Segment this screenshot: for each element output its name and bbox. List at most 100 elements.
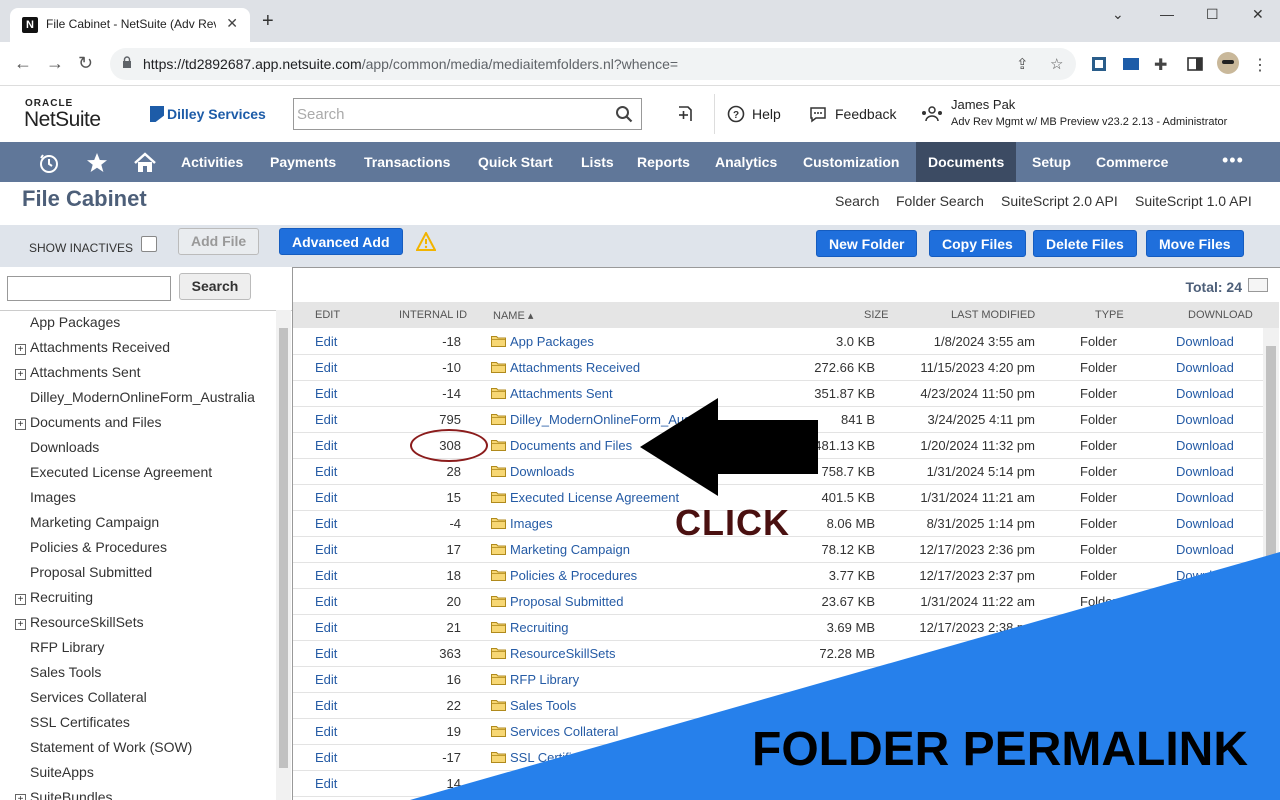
tree-item[interactable]: SuiteApps — [30, 764, 94, 780]
menu-transactions[interactable]: Transactions — [352, 142, 462, 182]
folder-name[interactable]: Policies & Procedures — [510, 568, 637, 583]
edit-link[interactable]: Edit — [315, 542, 337, 557]
tree-item[interactable]: SuiteBundles — [30, 789, 113, 800]
download-link[interactable]: Download — [1176, 412, 1234, 427]
tree-item[interactable]: Statement of Work (SOW) — [30, 739, 192, 755]
back-icon[interactable]: ← — [14, 54, 32, 72]
edit-link[interactable]: Edit — [315, 490, 337, 505]
reload-icon[interactable]: ↻ — [78, 54, 93, 72]
menu-lists[interactable]: Lists — [569, 142, 626, 182]
tree-item[interactable]: SSL Certificates — [30, 714, 130, 730]
extension-icon[interactable] — [1090, 55, 1108, 73]
edit-link[interactable]: Edit — [315, 412, 337, 427]
folder-name[interactable]: ResourceSkillSets — [510, 646, 616, 661]
menu-activities[interactable]: Activities — [169, 142, 255, 182]
expand-plus-icon[interactable]: + — [15, 369, 26, 380]
folder-name[interactable]: Services Collateral — [510, 724, 618, 739]
folder-name[interactable]: Proposal Submitted — [510, 594, 623, 609]
menu-customization[interactable]: Customization — [791, 142, 911, 182]
folder-link[interactable]: Marketing Campaign — [491, 542, 630, 557]
folder-link[interactable]: Attachments Received — [491, 360, 640, 375]
folder-name[interactable]: RFP Library — [510, 672, 579, 687]
folder-link[interactable]: Downloads — [491, 464, 574, 479]
folder-link[interactable]: App Packages — [491, 334, 594, 349]
folder-name[interactable]: Images — [510, 516, 553, 531]
col-internal-id[interactable]: INTERNAL ID — [399, 309, 467, 321]
tree-item[interactable]: Services Collateral — [30, 689, 147, 705]
edit-link[interactable]: Edit — [315, 438, 337, 453]
edit-link[interactable]: Edit — [315, 594, 337, 609]
netsuite-extension-icon[interactable] — [1122, 55, 1140, 73]
expand-plus-icon[interactable]: + — [15, 344, 26, 355]
folder-name[interactable]: Downloads — [510, 464, 574, 479]
folder-name[interactable]: Marketing Campaign — [510, 542, 630, 557]
forward-icon[interactable]: → — [46, 54, 64, 72]
close-icon[interactable]: ✕ — [226, 15, 238, 32]
edit-link[interactable]: Edit — [315, 334, 337, 349]
edit-link[interactable]: Edit — [315, 750, 337, 765]
suitescript-1-api-link[interactable]: SuiteScript 1.0 API — [1135, 193, 1252, 209]
tree-item[interactable]: Images — [30, 489, 76, 505]
edit-link[interactable]: Edit — [315, 386, 337, 401]
help-link[interactable]: Help — [752, 106, 781, 122]
col-name[interactable]: NAME ▴ — [493, 309, 533, 322]
edit-link[interactable]: Edit — [315, 672, 337, 687]
chevron-down-icon[interactable]: ⌄ — [1112, 6, 1124, 23]
tree-item[interactable]: Policies & Procedures — [30, 539, 167, 555]
edit-link[interactable]: Edit — [315, 516, 337, 531]
delete-files-button[interactable]: Delete Files — [1033, 230, 1137, 257]
download-link[interactable]: Download — [1176, 360, 1234, 375]
tree-item[interactable]: Downloads — [30, 439, 99, 455]
new-folder-button[interactable]: New Folder — [816, 230, 918, 257]
menu-reports[interactable]: Reports — [625, 142, 702, 182]
edit-link[interactable]: Edit — [315, 776, 337, 791]
feedback-icon[interactable] — [809, 105, 827, 123]
tree-item[interactable]: Attachments Sent — [30, 364, 141, 380]
folder-name[interactable]: Sales Tools — [510, 698, 576, 713]
edit-link[interactable]: Edit — [315, 646, 337, 661]
folder-link[interactable]: Sales Tools — [491, 698, 576, 713]
user-role[interactable]: Adv Rev Mgmt w/ MB Preview v23.2 2.13 - … — [951, 116, 1227, 128]
tree-search-button[interactable]: Search — [179, 273, 251, 300]
star-icon[interactable] — [86, 152, 108, 174]
kebab-menu-icon[interactable]: ⋮ — [1252, 55, 1270, 74]
tree-item[interactable]: Marketing Campaign — [30, 514, 159, 530]
url-field[interactable]: https://td2892687.app.netsuite.com/app/c… — [110, 48, 1076, 80]
move-files-button[interactable]: Move Files — [1146, 230, 1244, 257]
download-link[interactable]: Download — [1176, 386, 1234, 401]
puzzle-icon[interactable]: ✚ — [1154, 55, 1172, 74]
export-icon[interactable] — [1248, 278, 1268, 292]
edit-link[interactable]: Edit — [315, 724, 337, 739]
feedback-link[interactable]: Feedback — [835, 106, 896, 122]
show-inactives-checkbox[interactable] — [141, 236, 157, 252]
tree-scrollbar-thumb[interactable] — [279, 328, 288, 768]
expand-plus-icon[interactable]: + — [15, 619, 26, 630]
tree-item[interactable]: Sales Tools — [30, 664, 101, 680]
tree-item[interactable]: Recruiting — [30, 589, 93, 605]
download-link[interactable]: Download — [1176, 334, 1234, 349]
menu-commerce[interactable]: Commerce — [1084, 142, 1180, 182]
new-tab-icon[interactable]: + — [262, 11, 274, 31]
star-icon[interactable]: ☆ — [1050, 55, 1063, 73]
grid-scrollbar-thumb[interactable] — [1266, 346, 1276, 726]
recent-icon[interactable] — [38, 152, 60, 174]
search-icon[interactable] — [615, 105, 633, 123]
folder-link[interactable]: Proposal Submitted — [491, 594, 623, 609]
global-search-input[interactable] — [297, 100, 597, 128]
grid-scrollbar[interactable] — [1263, 328, 1279, 800]
tree-item[interactable]: ResourceSkillSets — [30, 614, 144, 630]
search-link[interactable]: Search — [835, 193, 879, 209]
edit-link[interactable]: Edit — [315, 698, 337, 713]
minimize-icon[interactable]: — — [1160, 6, 1174, 22]
folder-name[interactable]: Documents and Files — [510, 438, 632, 453]
download-link[interactable]: Download — [1176, 620, 1234, 635]
download-link[interactable]: Download — [1176, 542, 1234, 557]
menu-analytics[interactable]: Analytics — [703, 142, 789, 182]
recent-records-icon[interactable] — [676, 105, 694, 123]
expand-plus-icon[interactable]: + — [15, 419, 26, 430]
folder-link[interactable]: ResourceSkillSets — [491, 646, 616, 661]
add-file-button[interactable]: Add File — [178, 228, 260, 255]
col-size[interactable]: SIZE — [864, 309, 888, 321]
col-download[interactable]: DOWNLOAD — [1188, 309, 1253, 321]
folder-name[interactable]: App Packages — [510, 334, 594, 349]
